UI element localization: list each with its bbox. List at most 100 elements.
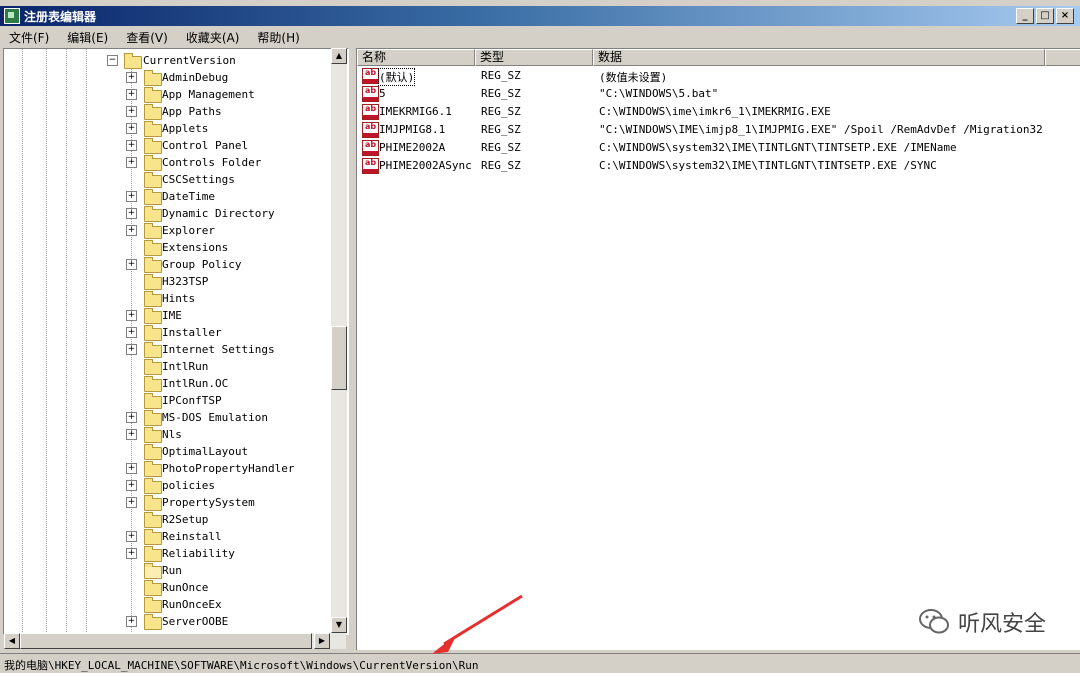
tree-item[interactable]: + Control Panel [4,137,334,154]
tree-item[interactable]: CSCSettings [4,171,334,188]
expand-toggle-icon[interactable]: + [126,72,137,83]
expand-toggle-icon[interactable]: + [126,157,137,168]
value-name: PHIME2002ASync [379,159,472,172]
expand-toggle-icon[interactable]: + [126,191,137,202]
tree-item[interactable]: + Controls Folder [4,154,334,171]
tree-item[interactable]: + Reinstall [4,528,334,545]
tree-item[interactable]: + policies [4,477,334,494]
folder-icon [144,427,162,443]
tree-item[interactable]: Extensions [4,239,334,256]
column-header-name[interactable]: 名称 [357,49,475,66]
value-data: "C:\WINDOWS\5.bat" [599,87,719,100]
expand-toggle-icon[interactable]: + [126,463,137,474]
expand-toggle-icon[interactable]: + [126,140,137,151]
tree-item[interactable]: + Dynamic Directory [4,205,334,222]
tree-item-label: Extensions [162,241,229,254]
expand-toggle-icon[interactable]: + [126,548,137,559]
expand-toggle-icon[interactable]: + [126,429,137,440]
tree-item[interactable]: + PropertySystem [4,494,334,511]
wechat-icon [918,609,949,634]
folder-icon [144,546,162,562]
tree-item[interactable]: + Explorer [4,222,334,239]
column-header-data[interactable]: 数据 [593,49,1045,66]
expand-toggle-icon[interactable]: + [126,497,137,508]
folder-icon [144,393,162,409]
expand-toggle-icon[interactable]: + [126,106,137,117]
tree-item-currentversion[interactable]: − CurrentVersion [4,52,334,69]
tree-item[interactable]: H323TSP [4,273,334,290]
value-row[interactable]: ab IMJPMIG8.1 REG_SZ "C:\WINDOWS\IME\imjp8_… [357,121,1080,139]
tree-item[interactable]: + PhotoPropertyHandler [4,460,334,477]
folder-icon [144,512,162,528]
menu-view[interactable]: 查看(V) [117,29,177,46]
tree-item[interactable]: + Nls [4,426,334,443]
tree-item[interactable]: + Installer [4,324,334,341]
scroll-left-arrow-icon[interactable]: ◀ [4,633,20,649]
tree-item[interactable]: + Group Policy [4,256,334,273]
close-button[interactable]: × [1056,8,1074,24]
scroll-down-arrow-icon[interactable]: ▼ [331,617,347,633]
tree-item[interactable]: IPConfTSP [4,392,334,409]
value-row[interactable]: ab (默认) REG_SZ (数值未设置) [357,67,1080,86]
expand-toggle-icon[interactable]: − [107,55,118,66]
column-header-type[interactable]: 类型 [475,49,593,66]
tree-horizontal-scrollbar[interactable]: ◀ ▶ [4,633,346,649]
scroll-up-arrow-icon[interactable]: ▲ [331,48,347,64]
minimize-button[interactable]: _ [1016,8,1034,24]
tree-item[interactable]: + Reliability [4,545,334,562]
registry-tree[interactable]: − CurrentVersion + AdminDebug + App Managemen… [3,48,349,635]
tree-item[interactable]: RunOnceEx [4,596,334,613]
tree-item[interactable]: + App Paths [4,103,334,120]
expand-toggle-icon[interactable]: + [126,123,137,134]
value-row[interactable]: ab PHIME2002A REG_SZ C:\WINDOWS\system32\IM… [357,139,1080,157]
tree-item[interactable]: + DateTime [4,188,334,205]
menu-help[interactable]: 帮助(H) [248,29,308,46]
expand-toggle-icon[interactable]: + [126,225,137,236]
expand-toggle-icon[interactable]: + [126,480,137,491]
tree-item[interactable]: RunOnce [4,579,334,596]
maximize-button[interactable]: □ [1036,8,1054,24]
expand-toggle-icon[interactable]: + [126,531,137,542]
menu-edit[interactable]: 编辑(E) [58,29,117,46]
tree-item[interactable]: OptimalLayout [4,443,334,460]
folder-icon [144,529,162,545]
tree-item-label: IntlRun.OC [162,377,229,390]
value-row[interactable]: ab IMEKRMIG6.1 REG_SZ C:\WINDOWS\ime\imkr6_… [357,103,1080,121]
tree-item[interactable]: + MS-DOS Emulation [4,409,334,426]
folder-icon [144,223,162,239]
scroll-thumb[interactable] [331,326,347,390]
value-row[interactable]: ab PHIME2002ASync REG_SZ C:\WINDOWS\system3… [357,157,1080,175]
tree-item[interactable]: IntlRun [4,358,334,375]
tree-item[interactable]: + Internet Settings [4,341,334,358]
expand-toggle-icon[interactable]: + [126,616,137,627]
tree-item[interactable]: Run [4,562,334,579]
expand-toggle-icon[interactable]: + [126,208,137,219]
tree-item[interactable]: IntlRun.OC [4,375,334,392]
menu-file[interactable]: 文件(F) [0,29,58,46]
value-name: PHIME2002A [379,141,446,154]
expand-toggle-icon[interactable]: + [126,310,137,321]
folder-icon [124,53,142,69]
tree-item[interactable]: + Applets [4,120,334,137]
expand-toggle-icon[interactable]: + [126,89,137,100]
folder-icon [144,87,162,103]
scroll-right-arrow-icon[interactable]: ▶ [314,633,330,649]
tree-item[interactable]: Hints [4,290,334,307]
value-row[interactable]: ab 5 REG_SZ "C:\WINDOWS\5.bat" [357,85,1080,103]
expand-toggle-icon[interactable]: + [126,327,137,338]
tree-item[interactable]: + IME [4,307,334,324]
expand-toggle-icon[interactable]: + [126,412,137,423]
tree-item[interactable]: R2Setup [4,511,334,528]
value-type: REG_SZ [481,123,521,136]
folder-icon [144,342,162,358]
tree-vertical-scrollbar[interactable]: ▲ ▼ [331,48,347,633]
menu-favorites[interactable]: 收藏夹(A) [177,29,249,46]
expand-toggle-icon[interactable]: + [126,259,137,270]
tree-item[interactable]: + AdminDebug [4,69,334,86]
tree-item-label: Nls [162,428,182,441]
value-type: REG_SZ [481,69,521,82]
tree-item[interactable]: + ServerOOBE [4,613,334,630]
tree-item[interactable]: + App Management [4,86,334,103]
expand-toggle-icon[interactable]: + [126,344,137,355]
hscroll-thumb[interactable] [20,633,312,649]
